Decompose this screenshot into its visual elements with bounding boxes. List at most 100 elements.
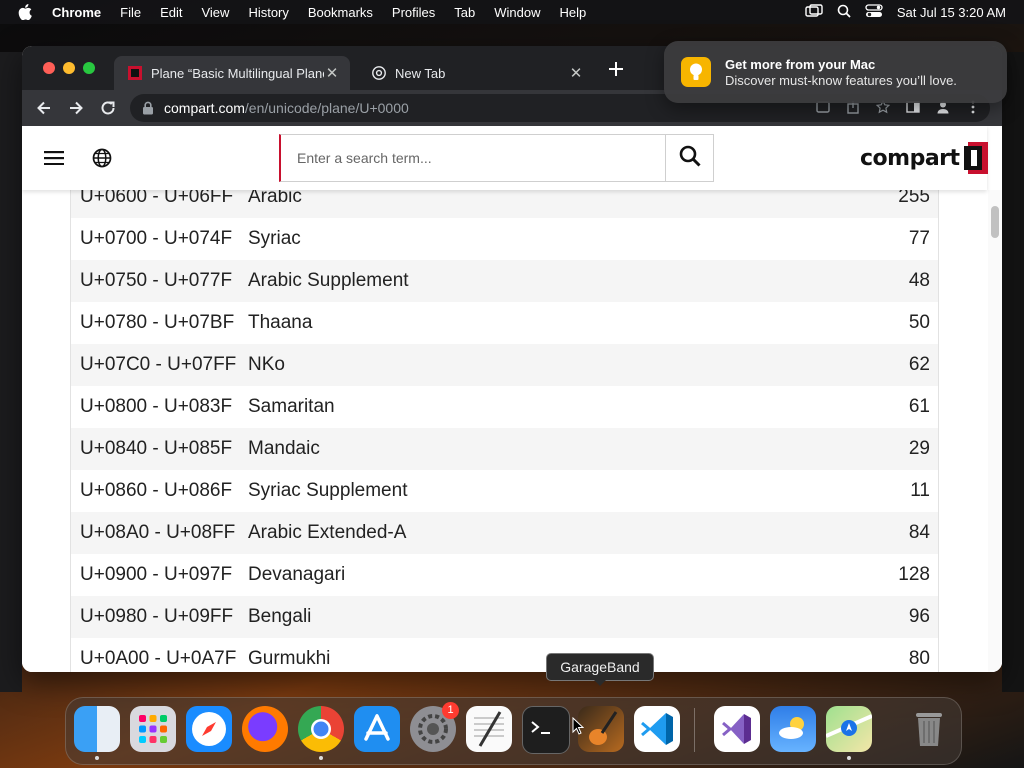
apple-icon[interactable]	[18, 4, 34, 20]
lock-icon[interactable]	[142, 101, 154, 115]
menu-help[interactable]: Help	[560, 5, 587, 20]
app-store-icon[interactable]	[354, 706, 400, 752]
block-name[interactable]: Syriac	[248, 228, 850, 250]
url-host: compart.com	[164, 100, 245, 116]
menu-view[interactable]: View	[201, 5, 229, 20]
block-range: U+07C0 - U+07FF	[80, 354, 237, 375]
dock-tooltip: GarageBand	[546, 653, 654, 686]
language-globe-icon[interactable]	[92, 148, 112, 168]
textedit-icon[interactable]	[466, 706, 512, 752]
block-name[interactable]: Bengali	[248, 606, 850, 628]
table-row[interactable]: U+0750 - U+077F Arabic Supplement 48	[71, 260, 938, 302]
scrollbar-thumb[interactable]	[991, 206, 999, 238]
block-count: 61	[908, 396, 930, 417]
system-settings-icon[interactable]: 1	[410, 702, 459, 752]
menu-edit[interactable]: Edit	[160, 5, 182, 20]
block-name[interactable]: Samaritan	[248, 396, 850, 418]
menu-window[interactable]: Window	[494, 5, 540, 20]
window-close-button[interactable]	[43, 62, 55, 74]
weather-icon[interactable]	[770, 706, 816, 752]
table-row[interactable]: U+0980 - U+09FF Bengali 96	[71, 596, 938, 638]
running-indicator	[319, 756, 323, 760]
menu-app-chrome[interactable]: Chrome	[52, 5, 101, 20]
firefox-icon[interactable]	[242, 706, 288, 752]
block-name[interactable]: Thaana	[248, 312, 850, 334]
block-range: U+0800 - U+083F	[80, 396, 233, 417]
site-search-input[interactable]	[281, 135, 659, 181]
page-scrollbar[interactable]	[988, 190, 1002, 672]
new-tab-plus-icon[interactable]	[607, 60, 625, 78]
site-search-box	[279, 134, 668, 182]
menu-clock[interactable]: Sat Jul 15 3:20 AM	[897, 5, 1006, 20]
spotlight-search-icon[interactable]	[837, 4, 851, 21]
block-count: 128	[898, 564, 930, 585]
compart-logo[interactable]: compart	[860, 142, 988, 174]
dock: 1	[65, 697, 962, 765]
vscode-icon[interactable]	[634, 706, 680, 752]
block-name[interactable]: NKo	[248, 354, 850, 376]
forward-arrow-icon[interactable]	[67, 99, 85, 117]
screen-mirroring-icon[interactable]	[805, 3, 823, 21]
trash-icon[interactable]	[906, 706, 952, 752]
running-indicator	[95, 756, 99, 760]
table-row[interactable]: U+0860 - U+086F Syriac Supplement 11	[71, 470, 938, 512]
block-range: U+0750 - U+077F	[80, 270, 233, 291]
table-row[interactable]: U+0900 - U+097F Devanagari 128	[71, 554, 938, 596]
site-search-button[interactable]	[665, 134, 714, 182]
tips-lightbulb-icon	[681, 57, 711, 87]
menu-tab[interactable]: Tab	[454, 5, 475, 20]
table-row[interactable]: U+08A0 - U+08FF Arabic Extended-A 84	[71, 512, 938, 554]
reload-icon[interactable]	[99, 99, 117, 117]
garageband-icon[interactable]	[578, 706, 624, 752]
window-minimize-button[interactable]	[63, 62, 75, 74]
menu-file[interactable]: File	[120, 5, 141, 20]
block-name[interactable]: Arabic Supplement	[248, 270, 850, 292]
table-row[interactable]: U+0800 - U+083F Samaritan 61	[71, 386, 938, 428]
launchpad-icon[interactable]	[130, 706, 176, 752]
block-range: U+0780 - U+07BF	[80, 312, 235, 333]
chrome-favicon-icon	[372, 66, 386, 80]
notification-body: Discover must-know features you’ll love.	[725, 73, 957, 88]
visual-studio-icon[interactable]	[714, 706, 760, 752]
table-row[interactable]: U+0A00 - U+0A7F Gurmukhi 80	[71, 638, 938, 672]
url-path: /en/unicode/plane/U+0000	[244, 100, 409, 116]
maps-icon[interactable]	[825, 706, 873, 752]
browser-window: Plane “Basic Multilingual Plane” ✕ New T…	[22, 46, 1002, 672]
block-range: U+0900 - U+097F	[80, 564, 233, 585]
block-name[interactable]: Syriac Supplement	[248, 480, 850, 502]
menu-bar: Chrome File Edit View History Bookmarks …	[0, 0, 1024, 24]
url-text: compart.com/en/unicode/plane/U+0000	[164, 100, 409, 116]
block-count: 48	[908, 270, 930, 291]
menu-history[interactable]: History	[248, 5, 288, 20]
desktop-background-left	[0, 52, 22, 692]
block-count: 50	[908, 312, 930, 333]
table-row[interactable]: U+0780 - U+07BF Thaana 50	[71, 302, 938, 344]
back-arrow-icon[interactable]	[35, 99, 53, 117]
block-range: U+0700 - U+074F	[80, 228, 233, 249]
table-row[interactable]: U+07C0 - U+07FF NKo 62	[71, 344, 938, 386]
mouse-cursor-icon	[572, 716, 585, 735]
tab-close-icon[interactable]: ✕	[568, 64, 584, 82]
site-header: compart	[22, 126, 988, 190]
tab-close-icon[interactable]: ✕	[324, 64, 340, 82]
block-name[interactable]: Devanagari	[248, 564, 850, 586]
tab-compart-plane[interactable]: Plane “Basic Multilingual Plane” ✕	[114, 56, 350, 90]
magnifier-icon	[679, 145, 701, 172]
chrome-icon[interactable]	[298, 706, 344, 752]
safari-icon[interactable]	[186, 706, 232, 752]
block-name[interactable]: Arabic Extended-A	[248, 522, 850, 544]
table-row[interactable]: U+0840 - U+085F Mandaic 29	[71, 428, 938, 470]
menu-bookmarks[interactable]: Bookmarks	[308, 5, 373, 20]
menu-profiles[interactable]: Profiles	[392, 5, 435, 20]
window-maximize-button[interactable]	[83, 62, 95, 74]
compart-logo-mark-icon	[963, 142, 988, 174]
table-row[interactable]: U+0700 - U+074F Syriac 77	[71, 218, 938, 260]
terminal-icon[interactable]	[522, 706, 570, 754]
block-count: 96	[908, 606, 930, 627]
notification-banner[interactable]: Get more from your Mac Discover must-kno…	[664, 41, 1007, 103]
control-center-icon[interactable]	[865, 3, 883, 21]
block-name[interactable]: Mandaic	[248, 438, 850, 460]
finder-icon[interactable]	[74, 706, 120, 752]
tab-new-tab[interactable]: New Tab ✕	[358, 56, 594, 90]
hamburger-menu-icon[interactable]	[44, 151, 64, 166]
